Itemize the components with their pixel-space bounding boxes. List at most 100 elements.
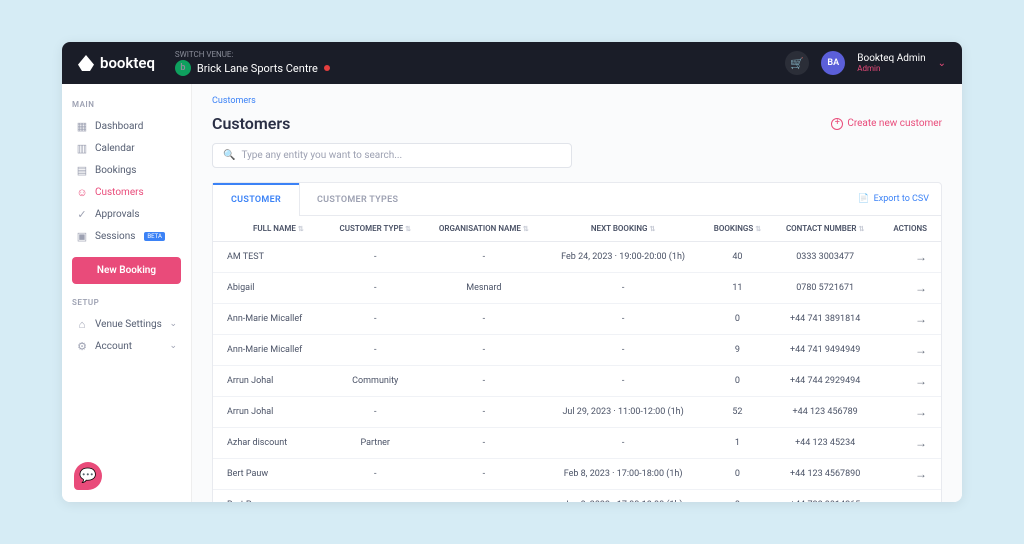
cell-actions: → bbox=[878, 242, 941, 273]
cell-next: Feb 24, 2023 · 19:00-20:00 (1h) bbox=[544, 242, 703, 273]
arrow-right-icon[interactable]: → bbox=[915, 467, 927, 481]
cell-bookings: 52 bbox=[703, 397, 773, 428]
cell-actions: → bbox=[878, 304, 941, 335]
help-fab[interactable]: 💬 bbox=[74, 462, 102, 490]
sidebar-item-bookings[interactable]: ▤Bookings bbox=[72, 159, 181, 181]
cell-actions: → bbox=[878, 335, 941, 366]
column-header[interactable]: ACTIONS bbox=[878, 216, 941, 242]
customers-icon: ☺ bbox=[76, 186, 88, 198]
cell-bookings: 11 bbox=[703, 273, 773, 304]
column-header[interactable]: CONTACT NUMBER⇅ bbox=[772, 216, 878, 242]
cell-next: - bbox=[544, 366, 703, 397]
cell-next: Jul 29, 2023 · 11:00-12:00 (1h) bbox=[544, 397, 703, 428]
cell-contact: +44 123 456789 bbox=[772, 397, 878, 428]
export-csv-button[interactable]: 📄 Export to CSV bbox=[858, 194, 929, 204]
cell-next: - bbox=[544, 273, 703, 304]
customers-card: CUSTOMER CUSTOMER TYPES 📄 Export to CSV … bbox=[212, 182, 942, 502]
table-row: Ann-Marie Micallef---0+44 741 3891814→ bbox=[213, 304, 941, 335]
cell-bookings: 40 bbox=[703, 242, 773, 273]
cell-name: Abigail bbox=[213, 273, 326, 304]
table-row: Azhar discountPartner--1+44 123 45234→ bbox=[213, 428, 941, 459]
table-row: Ann-Marie Micallef---9+44 741 9494949→ bbox=[213, 335, 941, 366]
sidebar-item-calendar[interactable]: ▥Calendar bbox=[72, 137, 181, 159]
tab-customer-types[interactable]: CUSTOMER TYPES bbox=[299, 183, 416, 215]
cell-next: Jun 9, 2023 · 17:00-18:00 (1h) bbox=[544, 490, 703, 503]
sessions-icon: ▣ bbox=[76, 230, 88, 242]
search-input-wrapper[interactable]: 🔍 bbox=[212, 143, 572, 168]
cell-type: Partner bbox=[326, 428, 424, 459]
sidebar-item-dashboard[interactable]: ▦Dashboard bbox=[72, 115, 181, 137]
cell-org: Mesnard bbox=[424, 273, 543, 304]
cell-contact: +44 741 9494949 bbox=[772, 335, 878, 366]
chevron-down-icon: ⌄ bbox=[169, 319, 177, 329]
cell-name: AM TEST bbox=[213, 242, 326, 273]
account-icon: ⚙ bbox=[76, 340, 88, 352]
sidebar-item-venue-settings[interactable]: ⌂Venue Settings⌄ bbox=[72, 313, 181, 335]
brand-logo[interactable]: bookteq bbox=[78, 54, 155, 72]
cell-actions: → bbox=[878, 428, 941, 459]
arrow-right-icon[interactable]: → bbox=[915, 312, 927, 326]
cell-name: Arrun Johal bbox=[213, 366, 326, 397]
cell-org: - bbox=[424, 490, 543, 503]
venue-badge: b bbox=[175, 60, 191, 76]
arrow-right-icon[interactable]: → bbox=[915, 436, 927, 450]
sidebar-item-sessions[interactable]: ▣SessionsBETA bbox=[72, 225, 181, 247]
table-row: Arrun Johal--Jul 29, 2023 · 11:00-12:00 … bbox=[213, 397, 941, 428]
cell-actions: → bbox=[878, 397, 941, 428]
venue-settings-icon: ⌂ bbox=[76, 318, 88, 330]
cell-name: Azhar discount bbox=[213, 428, 326, 459]
cart-icon[interactable]: 🛒 bbox=[785, 51, 809, 75]
sidebar-item-account[interactable]: ⚙Account⌄ bbox=[72, 335, 181, 357]
sidebar-item-customers[interactable]: ☺Customers bbox=[72, 181, 181, 203]
cell-next: - bbox=[544, 335, 703, 366]
arrow-right-icon[interactable]: → bbox=[915, 405, 927, 419]
arrow-right-icon[interactable]: → bbox=[915, 374, 927, 388]
arrow-right-icon[interactable]: → bbox=[915, 250, 927, 264]
arrow-right-icon[interactable]: → bbox=[915, 343, 927, 357]
app-frame: bookteq SWITCH VENUE: b Brick Lane Sport… bbox=[62, 42, 962, 502]
tab-customer[interactable]: CUSTOMER bbox=[213, 183, 299, 215]
cell-actions: → bbox=[878, 459, 941, 490]
chevron-down-icon: ⌄ bbox=[169, 341, 177, 351]
user-menu[interactable]: Bookteq Admin Admin bbox=[857, 53, 925, 73]
switch-venue-label: SWITCH VENUE: bbox=[175, 50, 330, 59]
column-header[interactable]: CUSTOMER TYPE⇅ bbox=[326, 216, 424, 242]
sidebar-item-approvals[interactable]: ✓Approvals bbox=[72, 203, 181, 225]
column-header[interactable]: NEXT BOOKING⇅ bbox=[544, 216, 703, 242]
search-input[interactable] bbox=[241, 150, 561, 161]
calendar-icon: ▥ bbox=[76, 142, 88, 154]
bookings-icon: ▤ bbox=[76, 164, 88, 176]
arrow-right-icon[interactable]: → bbox=[915, 498, 927, 502]
column-header[interactable]: BOOKINGS⇅ bbox=[703, 216, 773, 242]
cell-org: - bbox=[424, 242, 543, 273]
venue-status-dot bbox=[324, 65, 330, 71]
new-booking-button[interactable]: New Booking bbox=[72, 257, 181, 284]
arrow-right-icon[interactable]: → bbox=[915, 281, 927, 295]
cell-name: Bert Pauw bbox=[213, 459, 326, 490]
cell-next: - bbox=[544, 304, 703, 335]
main-content: Customers Customers + Create new custome… bbox=[192, 84, 962, 502]
column-header[interactable]: ORGANISATION NAME⇅ bbox=[424, 216, 543, 242]
cell-contact: +44 788 9014265 bbox=[772, 490, 878, 503]
cell-contact: 0780 5721671 bbox=[772, 273, 878, 304]
table-row: Bert Pauw--Feb 8, 2023 · 17:00-18:00 (1h… bbox=[213, 459, 941, 490]
chevron-down-icon[interactable]: ⌄ bbox=[938, 58, 946, 69]
cell-name: Ann-Marie Micallef bbox=[213, 335, 326, 366]
cell-contact: +44 744 2929494 bbox=[772, 366, 878, 397]
cell-bookings: 1 bbox=[703, 428, 773, 459]
cell-name: Ann-Marie Micallef bbox=[213, 304, 326, 335]
user-name: Bookteq Admin bbox=[857, 53, 925, 64]
cell-next: - bbox=[544, 428, 703, 459]
breadcrumb[interactable]: Customers bbox=[212, 96, 942, 106]
venue-name: Brick Lane Sports Centre bbox=[197, 62, 318, 75]
sidebar: MAIN ▦Dashboard ▥Calendar ▤Bookings ☺Cus… bbox=[62, 84, 192, 502]
venue-switcher[interactable]: SWITCH VENUE: b Brick Lane Sports Centre bbox=[175, 50, 330, 76]
cell-org: - bbox=[424, 304, 543, 335]
cell-type: - bbox=[326, 242, 424, 273]
cell-bookings: 9 bbox=[703, 335, 773, 366]
avatar[interactable]: BA bbox=[821, 51, 845, 75]
create-customer-button[interactable]: + Create new customer bbox=[831, 118, 942, 130]
table-row: Arrun JohalCommunity--0+44 744 2929494→ bbox=[213, 366, 941, 397]
sidebar-section-main: MAIN bbox=[72, 100, 181, 109]
column-header[interactable]: FULL NAME⇅ bbox=[213, 216, 326, 242]
